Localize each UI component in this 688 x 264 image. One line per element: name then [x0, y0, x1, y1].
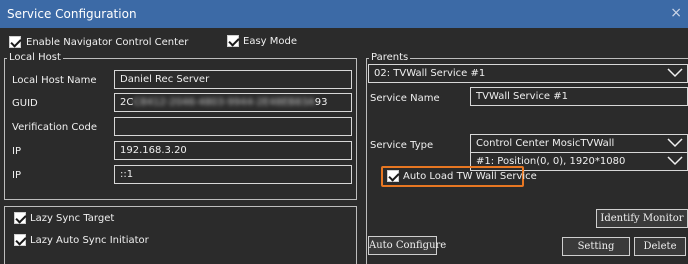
chevron-down-icon — [667, 138, 683, 148]
auto-configure-button[interactable]: Auto Configure — [368, 236, 446, 255]
lazy-auto-sync-label: Lazy Auto Sync Initiator — [30, 235, 149, 246]
ip-label-2: IP — [12, 170, 21, 181]
guid-redacted: C8412-2046-4803-9944-2E48EB83A — [133, 97, 315, 108]
service-type-select[interactable]: Control Center MosicTVWall — [470, 134, 688, 153]
local-host-group-title: Local Host — [7, 52, 63, 63]
verification-code-label: Verification Code — [12, 122, 97, 133]
ip-field[interactable]: 192.168.3.20 — [114, 141, 352, 160]
service-name-label: Service Name — [370, 93, 440, 104]
identify-monitor-button[interactable]: Identify Monitor — [596, 209, 688, 228]
local-host-name-label: Local Host Name — [12, 75, 97, 86]
ip-field-2[interactable]: ::1 — [114, 165, 352, 184]
lazy-sync-target-label: Lazy Sync Target — [30, 213, 115, 224]
lazy-sync-target-checkbox[interactable] — [14, 212, 26, 224]
local-host-name-field[interactable]: Daniel Rec Server — [114, 70, 352, 89]
parents-group-title: Parents — [369, 52, 411, 63]
guid-field[interactable]: 2CC8412-2046-4803-9944-2E48EB83A93 — [114, 93, 352, 112]
title-bar: Service Configuration × — [0, 0, 688, 28]
guid-label: GUID — [12, 98, 38, 109]
chevron-down-icon — [667, 68, 683, 78]
enable-navigator-checkbox[interactable] — [9, 36, 21, 48]
ip-label: IP — [12, 146, 21, 157]
chevron-down-icon — [667, 156, 683, 166]
service-type-label: Service Type — [370, 140, 434, 151]
auto-load-checkbox[interactable] — [387, 170, 399, 182]
parents-select[interactable]: 02: TVWall Service #1 — [368, 64, 688, 83]
close-icon[interactable]: × — [670, 5, 682, 21]
enable-navigator-label: Enable Navigator Control Center — [26, 37, 189, 48]
window-title: Service Configuration — [7, 7, 137, 21]
easy-mode-label: Easy Mode — [243, 36, 297, 47]
service-name-field[interactable]: TVWall Service #1 — [470, 87, 688, 106]
delete-button[interactable]: Delete — [634, 237, 686, 256]
easy-mode-checkbox[interactable] — [227, 35, 239, 47]
setting-button[interactable]: Setting — [562, 237, 630, 256]
lazy-auto-sync-checkbox[interactable] — [14, 234, 26, 246]
auto-load-label: Auto Load TW Wall Service — [403, 171, 537, 182]
verification-code-field[interactable] — [114, 117, 352, 136]
